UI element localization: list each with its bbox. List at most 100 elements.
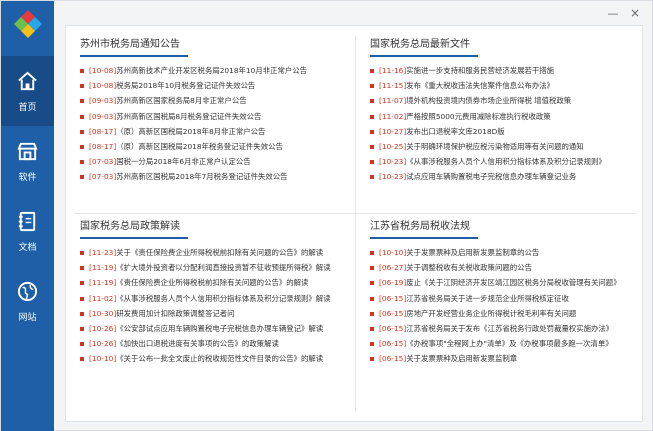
news-title-link[interactable]: 《从事涉税服务人员个人信用积分指标体系及积分记录规则》 xyxy=(406,157,606,166)
bullet-icon xyxy=(370,99,374,104)
news-item[interactable]: [08-17]（原）高新区国税局2018年8月非正常户公告 xyxy=(80,124,345,139)
news-title-link[interactable]: 苏州高新区国税局2018年7月税务登记证件失效公告 xyxy=(116,172,287,181)
panel-title: 国家税务总局最新文件 xyxy=(370,39,470,50)
news-item[interactable]: [07-03]苏州高新区国税局2018年7月税务登记证件失效公告 xyxy=(80,169,345,184)
news-title-link[interactable]: 关于发票票种及启用新发票监制章 xyxy=(406,354,517,363)
news-date: [06-19] xyxy=(379,278,407,288)
news-date: [10-10] xyxy=(89,354,117,364)
news-title-link[interactable]: 《公安部试点应用车辆购置税电子完税信息办理车辆登记》解读 xyxy=(116,324,323,333)
nav-software-label: 软件 xyxy=(18,173,37,183)
bullet-icon xyxy=(80,114,84,119)
news-title-link[interactable]: 《责任保险费企业所得税税前扣除有关问题的公告》的解读 xyxy=(116,278,308,287)
news-title-link[interactable]: 研发费用加计扣除政策调整答记者问 xyxy=(116,309,234,318)
news-title-link[interactable]: 发布《重大税收违法失信案件信息公布办法》 xyxy=(406,81,554,90)
news-date: [06-15] xyxy=(379,339,407,349)
news-item[interactable]: [06-15]《办税事项"全程网上办"清单》及《办税事项最多跑一次清单》 xyxy=(370,336,635,351)
nav-website[interactable]: 网站 xyxy=(1,266,54,336)
title-underline xyxy=(80,55,188,57)
horizontal-divider xyxy=(74,213,636,214)
news-item[interactable]: [06-15]江苏省税务局关于进一步规范企业所得税核定征收 xyxy=(370,291,635,306)
news-item[interactable]: [11-19]《扩大境外投资者以分配利润直接投资暂不征收预提所得税》解读 xyxy=(80,260,345,275)
news-title-link[interactable]: 《从事涉税服务人员个人信用积分指标体系及积分记录规则》解读 xyxy=(116,294,330,303)
news-title-link[interactable]: 发布出口退税率文库2018D版 xyxy=(406,127,504,136)
news-item[interactable]: [07-03]国税一分局2018年6月非正常户认定公告 xyxy=(80,154,345,169)
news-title-link[interactable]: 苏州高新区国家税务局8月非正常户公告 xyxy=(116,96,246,105)
news-title-link[interactable]: 《办税事项"全程网上办"清单》及《办税事项最多跑一次清单》 xyxy=(406,339,612,348)
news-item[interactable]: [10-10]《关于公布一批全文废止的税收规范性文件目录的公告》的解读 xyxy=(80,351,345,366)
nav-home[interactable]: 首页 xyxy=(1,56,54,126)
news-title-link[interactable]: 苏州高新技术产业开发区税务局2018年10月非正常户公告 xyxy=(116,66,307,75)
news-title-link[interactable]: （原）高新区国税局2018年税务登记证件失效公告 xyxy=(116,142,283,151)
app-window: 首页 软件 文档 网站 — × 苏州市税务局通知公告 [10-08]苏州高新技术… xyxy=(0,0,653,431)
news-title-link[interactable]: 关于发票票种及启用新发票监制章的公告 xyxy=(406,248,539,257)
nav-docs-label: 文档 xyxy=(18,243,37,253)
news-date: [10-10] xyxy=(379,248,407,257)
store-icon xyxy=(17,142,38,161)
news-item[interactable]: [11-16]实施进一步支持和服务民营经济发展若干措施 xyxy=(370,63,635,78)
news-title-link[interactable]: 《扩大境外投资者以分配利润直接投资暂不征收预提所得税》解读 xyxy=(116,263,330,272)
bullet-icon xyxy=(80,69,84,73)
panel-jiangsu-regulations: 江苏省税务局税收法规 [10-10]关于发票票种及启用新发票监制章的公告 [06-… xyxy=(360,218,630,363)
news-item[interactable]: [06-15]江苏省税务局关于发布《江苏省税务行政处罚裁量权实施办法》 xyxy=(370,321,635,336)
news-item[interactable]: [06-15]关于发票票种及启用新发票监制章 xyxy=(370,351,635,366)
news-list: [10-08]苏州高新技术产业开发区税务局2018年10月非正常户公告 [10-0… xyxy=(80,63,345,185)
news-item[interactable]: [11-19]《责任保险费企业所得税税前扣除有关问题的公告》的解读 xyxy=(80,275,345,290)
news-item[interactable]: [10-26]《加快出口退税进度有关事项的公告》的政策解读 xyxy=(80,336,345,351)
news-item[interactable]: [10-08]苏州高新技术产业开发区税务局2018年10月非正常户公告 xyxy=(80,63,345,78)
bullet-icon xyxy=(370,84,374,89)
nav-software[interactable]: 软件 xyxy=(1,126,54,196)
news-title-link[interactable]: 苏州高新区国税局8月税务登记证件失效公告 xyxy=(116,112,261,121)
news-item[interactable]: [10-25]关于明确环境保护税应税污染物适用等有关问题的通知 xyxy=(370,139,635,154)
news-item[interactable]: [06-15]房地产开发经营业务企业所得税计税毛利率有关问题 xyxy=(370,306,635,321)
news-date: [10-23] xyxy=(379,172,407,182)
news-title-link[interactable]: 江苏省税务局关于进一步规范企业所得税核定征收 xyxy=(406,294,569,303)
news-date: [11-23] xyxy=(89,248,117,257)
news-date: [11-15] xyxy=(379,81,407,91)
news-date: [11-19] xyxy=(89,278,117,288)
bullet-icon xyxy=(80,99,84,104)
news-item[interactable]: [11-23]关于《责任保险费企业所得税税前扣除有关问题的公告》的解读 xyxy=(80,245,345,260)
news-title-link[interactable]: 关于调整税收有关税收政策问题的公告 xyxy=(406,263,532,272)
news-title-link[interactable]: 关于明确环境保护税应税污染物适用等有关问题的通知 xyxy=(406,142,583,151)
bullet-icon xyxy=(370,296,374,301)
news-item[interactable]: [10-08]税务局2018年10月税务登记证件失效公告 xyxy=(80,78,345,93)
bullet-icon xyxy=(80,281,84,286)
news-item[interactable]: [06-27]关于调整税收有关税收政策问题的公告 xyxy=(370,260,635,275)
news-item[interactable]: [11-07]境外机构投资境内债券市场企业所得税 增值税政策 xyxy=(370,93,635,108)
sidebar: 首页 软件 文档 网站 xyxy=(1,1,54,431)
news-item[interactable]: [10-23]《从事涉税服务人员个人信用积分指标体系及积分记录规则》 xyxy=(370,154,635,169)
nav-docs[interactable]: 文档 xyxy=(1,196,54,266)
panel-title: 苏州市税务局通知公告 xyxy=(80,39,180,50)
close-icon[interactable]: × xyxy=(628,6,642,20)
news-date: [09-03] xyxy=(89,111,117,121)
bullet-icon xyxy=(370,251,374,255)
news-title-link[interactable]: 《加快出口退税进度有关事项的公告》的政策解读 xyxy=(116,339,279,348)
news-item[interactable]: [09-03]苏州高新区国税局8月税务登记证件失效公告 xyxy=(80,109,345,124)
news-item[interactable]: [10-23]试点应用车辆购置税电子完税信息办理车辆登记业务 xyxy=(370,169,635,184)
news-title-link[interactable]: 严格按照5000元费用减除标准执行税收政策 xyxy=(406,112,550,121)
news-title-link[interactable]: 试点应用车辆购置税电子完税信息办理车辆登记业务 xyxy=(406,172,576,181)
news-item[interactable]: [11-02]严格按照5000元费用减除标准执行税收政策 xyxy=(370,109,635,124)
news-title-link[interactable]: 《关于公布一批全文废止的税收规范性文件目录的公告》的解读 xyxy=(116,354,323,363)
minimize-icon[interactable]: — xyxy=(606,7,620,20)
news-title-link[interactable]: 境外机构投资境内债券市场企业所得税 增值税政策 xyxy=(406,96,571,105)
news-date: [06-15] xyxy=(379,354,407,364)
news-title-link[interactable]: 江苏省税务局关于发布《江苏省税务行政处罚裁量权实施办法》 xyxy=(406,324,613,333)
news-title-link[interactable]: 税务局2018年10月税务登记证件失效公告 xyxy=(116,81,255,90)
news-item[interactable]: [08-17]（原）高新区国税局2018年税务登记证件失效公告 xyxy=(80,139,345,154)
news-item[interactable]: [10-10]关于发票票种及启用新发票监制章的公告 xyxy=(370,245,635,260)
news-item[interactable]: [11-15]发布《重大税收违法失信案件信息公布办法》 xyxy=(370,78,635,93)
news-title-link[interactable]: 废止《关于江阴经济开发区靖江园区税务分局税收管理有关问题》 xyxy=(406,278,620,287)
news-title-link[interactable]: 关于《责任保险费企业所得税税前扣除有关问题的公告》的解读 xyxy=(116,248,323,257)
news-item[interactable]: [06-19]废止《关于江阴经济开发区靖江园区税务分局税收管理有关问题》 xyxy=(370,275,635,290)
news-item[interactable]: [09-03]苏州高新区国家税务局8月非正常户公告 xyxy=(80,93,345,108)
news-item[interactable]: [10-30]研发费用加计扣除政策调整答记者问 xyxy=(80,306,345,321)
news-item[interactable]: [10-26]《公安部试点应用车辆购置税电子完税信息办理车辆登记》解读 xyxy=(80,321,345,336)
news-title-link[interactable]: （原）高新区国税局2018年8月非正常户公告 xyxy=(116,127,265,136)
news-title-link[interactable]: 国税一分局2018年6月非正常户认定公告 xyxy=(116,157,250,166)
news-item[interactable]: [11-02]《从事涉税服务人员个人信用积分指标体系及积分记录规则》解读 xyxy=(80,291,345,306)
news-title-link[interactable]: 房地产开发经营业务企业所得税计税毛利率有关问题 xyxy=(406,309,576,318)
news-item[interactable]: [10-27]发布出口退税率文库2018D版 xyxy=(370,124,635,139)
globe-icon xyxy=(17,281,38,302)
news-title-link[interactable]: 实施进一步支持和服务民营经济发展若干措施 xyxy=(406,66,554,75)
